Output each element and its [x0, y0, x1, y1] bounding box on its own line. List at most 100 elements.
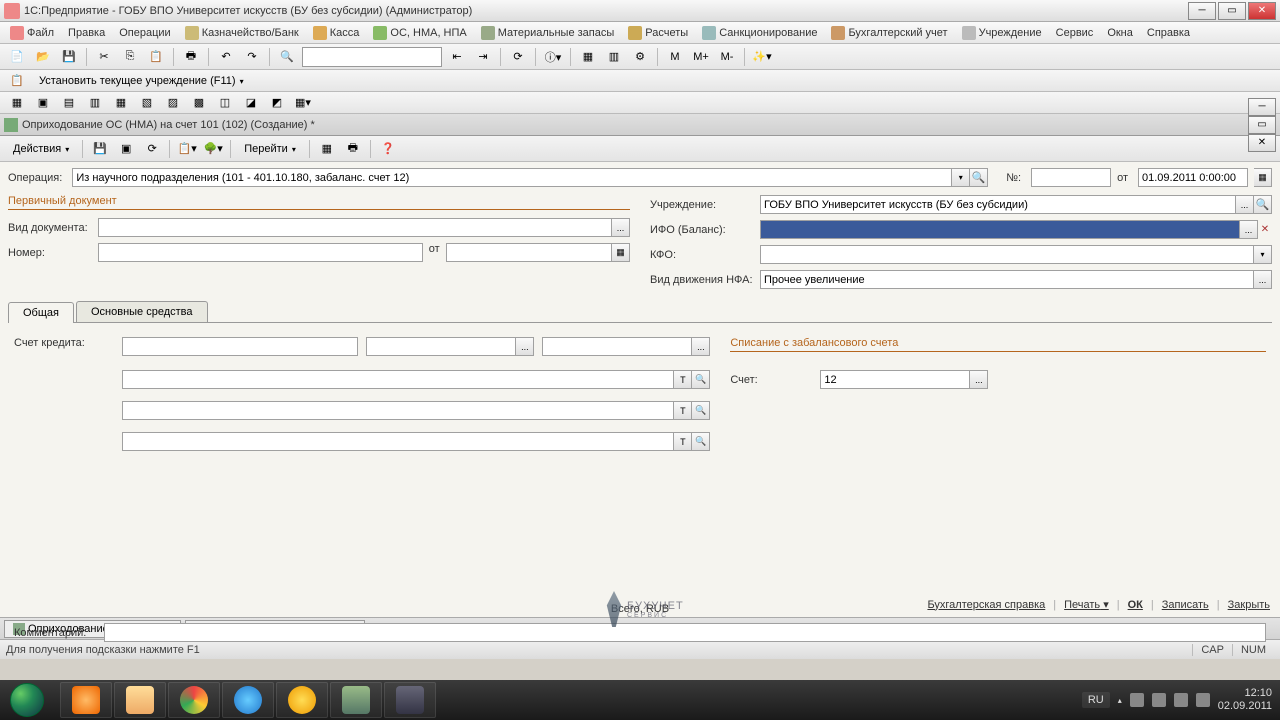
goto-menu[interactable]: Перейти: [237, 140, 303, 158]
ti12[interactable]: ▦▾: [292, 92, 314, 114]
menu-service[interactable]: Сервис: [1050, 25, 1100, 41]
org-picker[interactable]: ...: [1236, 195, 1254, 214]
ti4[interactable]: ▥: [84, 92, 106, 114]
tray-icon1[interactable]: [1130, 693, 1144, 707]
credit-acct2-picker[interactable]: ...: [516, 337, 534, 356]
minimize-button[interactable]: ─: [1188, 2, 1216, 20]
tray-icon4[interactable]: [1196, 693, 1210, 707]
task-app2[interactable]: [384, 682, 436, 718]
paste-button[interactable]: 📋: [145, 46, 167, 68]
menu-windows[interactable]: Окна: [1101, 25, 1139, 41]
credit-acct3[interactable]: [542, 337, 692, 356]
tray-clock[interactable]: 12:1002.09.2011: [1218, 687, 1272, 713]
acct-picker[interactable]: ...: [970, 370, 988, 389]
ifo-input[interactable]: [760, 220, 1240, 239]
kfo-input[interactable]: [760, 245, 1254, 264]
redo-button[interactable]: ↷: [241, 46, 263, 68]
mminus-button[interactable]: M-: [716, 46, 738, 68]
nfa-input[interactable]: [760, 270, 1254, 289]
line1-search[interactable]: 🔍: [692, 370, 710, 389]
operation-search[interactable]: 🔍: [970, 168, 988, 187]
menu-ops[interactable]: Операции: [113, 25, 176, 41]
close-button-footer[interactable]: Закрыть: [1228, 599, 1270, 611]
line2-search[interactable]: 🔍: [692, 401, 710, 420]
ti2[interactable]: ▣: [32, 92, 54, 114]
menu-treasury[interactable]: Казначейство/Банк: [179, 24, 305, 42]
ti5[interactable]: ▦: [110, 92, 132, 114]
date-picker[interactable]: ▦: [1254, 168, 1272, 187]
start-button[interactable]: [0, 680, 54, 720]
task-explorer[interactable]: [114, 682, 166, 718]
close-button[interactable]: ✕: [1248, 2, 1276, 20]
search-combo[interactable]: [302, 47, 442, 67]
menu-calc[interactable]: Расчеты: [622, 24, 694, 42]
line2-input[interactable]: [122, 401, 674, 420]
ab-post[interactable]: ▣: [115, 138, 137, 160]
cut-button[interactable]: ✂: [93, 46, 115, 68]
credit-acct3-picker[interactable]: ...: [692, 337, 710, 356]
num-input[interactable]: [1031, 168, 1111, 187]
menu-os[interactable]: ОС, НМА, НПА: [367, 24, 472, 42]
docdate-picker[interactable]: ▦: [612, 243, 630, 262]
doc-close-button[interactable]: ✕: [1248, 134, 1276, 152]
calc1-icon[interactable]: ▦: [577, 46, 599, 68]
menu-file[interactable]: Файл: [4, 24, 60, 42]
menu-help[interactable]: Справка: [1141, 25, 1196, 41]
task-ie[interactable]: [222, 682, 274, 718]
tray-lang[interactable]: RU: [1082, 692, 1110, 708]
menu-edit[interactable]: Правка: [62, 25, 111, 41]
task-mediaplayer[interactable]: [60, 682, 112, 718]
save-button[interactable]: 💾: [58, 46, 80, 68]
ab-dt[interactable]: ▦: [316, 138, 338, 160]
line2-t[interactable]: T: [674, 401, 692, 420]
doc-maximize-button[interactable]: ▭: [1248, 116, 1276, 134]
mplus-button[interactable]: M+: [690, 46, 712, 68]
line3-search[interactable]: 🔍: [692, 432, 710, 451]
date-input[interactable]: [1138, 168, 1248, 187]
refresh-button[interactable]: ⟳: [507, 46, 529, 68]
kfo-dropdown[interactable]: ▾: [1254, 245, 1272, 264]
ab-save[interactable]: 💾: [89, 138, 111, 160]
menu-cash[interactable]: Касса: [307, 24, 366, 42]
wizard-icon[interactable]: ✨▾: [751, 46, 773, 68]
tree-icon[interactable]: ⚙: [629, 46, 651, 68]
calc2-icon[interactable]: ▥: [603, 46, 625, 68]
operation-combo[interactable]: [72, 168, 952, 187]
ab-print[interactable]: 🖶: [342, 138, 364, 160]
actions-menu[interactable]: Действия: [6, 140, 76, 158]
line3-t[interactable]: T: [674, 432, 692, 451]
line1-input[interactable]: [122, 370, 674, 389]
ti6[interactable]: ▧: [136, 92, 158, 114]
m-button[interactable]: M: [664, 46, 686, 68]
info-button[interactable]: ⓘ▾: [542, 46, 564, 68]
docnum-input[interactable]: [98, 243, 423, 262]
print-link[interactable]: Печать ▾: [1064, 598, 1109, 611]
find-prev-button[interactable]: ⇤: [446, 46, 468, 68]
nfa-picker[interactable]: ...: [1254, 270, 1272, 289]
maximize-button[interactable]: ▭: [1218, 2, 1246, 20]
accref-link[interactable]: Бухгалтерская справка: [927, 599, 1045, 611]
task-app1[interactable]: [330, 682, 382, 718]
save-button-footer[interactable]: Записать: [1162, 599, 1209, 611]
task-1c[interactable]: [276, 682, 328, 718]
find-next-button[interactable]: ⇥: [472, 46, 494, 68]
ti8[interactable]: ▩: [188, 92, 210, 114]
menu-org[interactable]: Учреждение: [956, 24, 1048, 42]
comment-input[interactable]: [104, 623, 1266, 642]
search-button[interactable]: 🔍: [276, 46, 298, 68]
acct-input[interactable]: [820, 370, 970, 389]
ok-button[interactable]: ОК: [1128, 599, 1143, 611]
copy-button[interactable]: ⎘: [119, 46, 141, 68]
menu-sanction[interactable]: Санкционирование: [696, 24, 823, 42]
ifo-clear[interactable]: ✕: [1258, 220, 1272, 239]
tab-general[interactable]: Общая: [8, 302, 74, 323]
set-org-button[interactable]: Установить текущее учреждение (F11): [32, 72, 251, 90]
new-button[interactable]: 📄: [6, 46, 28, 68]
undo-button[interactable]: ↶: [215, 46, 237, 68]
org-input[interactable]: [760, 195, 1236, 214]
doc-minimize-button[interactable]: ─: [1248, 98, 1276, 116]
ab-copy[interactable]: 📋▾: [176, 138, 198, 160]
docdate-input[interactable]: [446, 243, 612, 262]
menu-materials[interactable]: Материальные запасы: [475, 24, 621, 42]
print-button[interactable]: 🖶: [180, 46, 202, 68]
